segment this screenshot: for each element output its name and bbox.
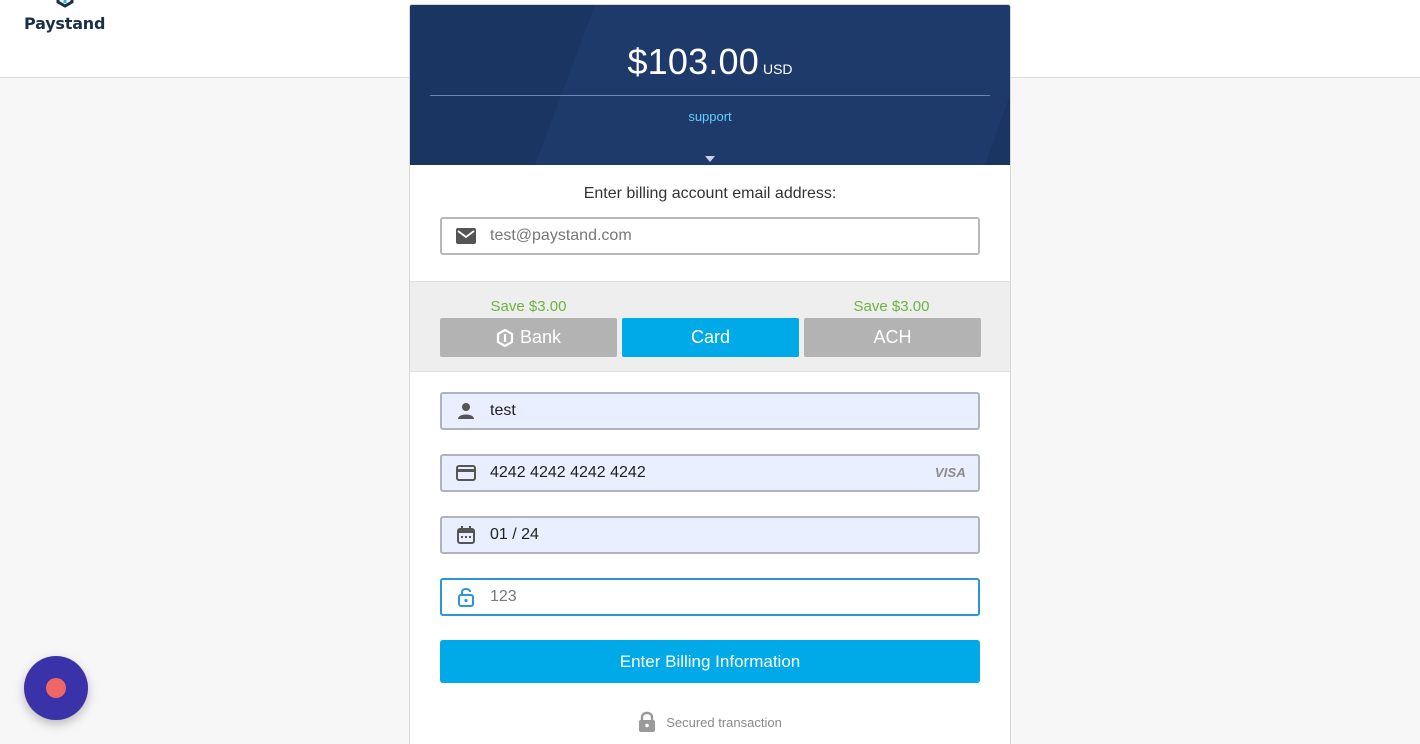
record-dot-icon — [46, 678, 66, 698]
email-label: Enter billing account email address: — [583, 185, 837, 202]
visa-brand-icon: VISA — [934, 465, 966, 480]
card-number-value: 4242 4242 4242 4242 — [490, 464, 646, 481]
lock-icon — [442, 580, 490, 614]
padlock-icon — [639, 711, 656, 732]
paystand-logo-icon — [56, 0, 74, 8]
cvc-field[interactable]: 123 — [440, 578, 980, 616]
card-number-field[interactable]: 4242 4242 4242 4242 VISA — [440, 454, 980, 492]
payment-method-selector: Save $3.00 Save $3.00 Bank Card ACH — [410, 281, 1010, 372]
chat-launcher-button[interactable] — [24, 656, 88, 720]
credit-card-icon — [442, 456, 490, 490]
email-section: Enter billing account email address: tes… — [410, 165, 1010, 281]
tab-ach-label: ACH — [873, 327, 912, 347]
expiry-field[interactable]: 01 / 24 — [440, 516, 980, 554]
cardholder-name-field[interactable]: test — [440, 392, 980, 430]
tab-card[interactable]: Card — [622, 318, 799, 357]
bank-logo-icon — [496, 328, 514, 347]
cvc-placeholder: 123 — [490, 588, 517, 605]
secured-transaction-note: Secured transaction — [410, 711, 1010, 733]
expand-caret-icon[interactable] — [696, 145, 724, 165]
amount-header: $103.00 USD support — [410, 5, 1010, 165]
card-form: test 4242 4242 4242 4242 VISA 01 / 24 12… — [410, 372, 1010, 733]
currency-code: USD — [762, 61, 793, 77]
person-icon — [442, 394, 490, 428]
expiry-value: 01 / 24 — [490, 526, 539, 543]
amount-display: $103.00 USD — [410, 41, 1010, 83]
payment-panel: $103.00 USD support Enter billing account… — [409, 4, 1011, 744]
tab-card-label: Card — [690, 327, 730, 347]
paystand-logo[interactable]: Paystand — [24, 0, 105, 33]
mail-icon — [442, 219, 490, 253]
ach-save-note: Save $3.00 — [853, 298, 930, 315]
support-link[interactable]: support — [410, 109, 1010, 124]
email-field[interactable]: test@paystand.com — [440, 217, 980, 255]
enter-billing-button[interactable]: Enter Billing Information — [440, 640, 980, 683]
tab-ach[interactable]: ACH — [804, 318, 981, 357]
cardholder-name-value: test — [490, 402, 516, 419]
secured-transaction-label: Secured transaction — [666, 714, 782, 730]
header-background-shape — [410, 5, 1010, 165]
amount-value: $103.00 — [627, 41, 759, 82]
logo-text: Paystand — [24, 14, 106, 33]
calendar-icon — [442, 518, 490, 552]
tab-bank[interactable]: Bank — [440, 318, 617, 357]
header-divider — [430, 95, 990, 96]
method-tabs: Bank Card ACH — [440, 318, 981, 357]
tab-bank-label: Bank — [519, 327, 562, 347]
email-placeholder: test@paystand.com — [490, 227, 632, 244]
bank-save-note: Save $3.00 — [490, 298, 567, 315]
